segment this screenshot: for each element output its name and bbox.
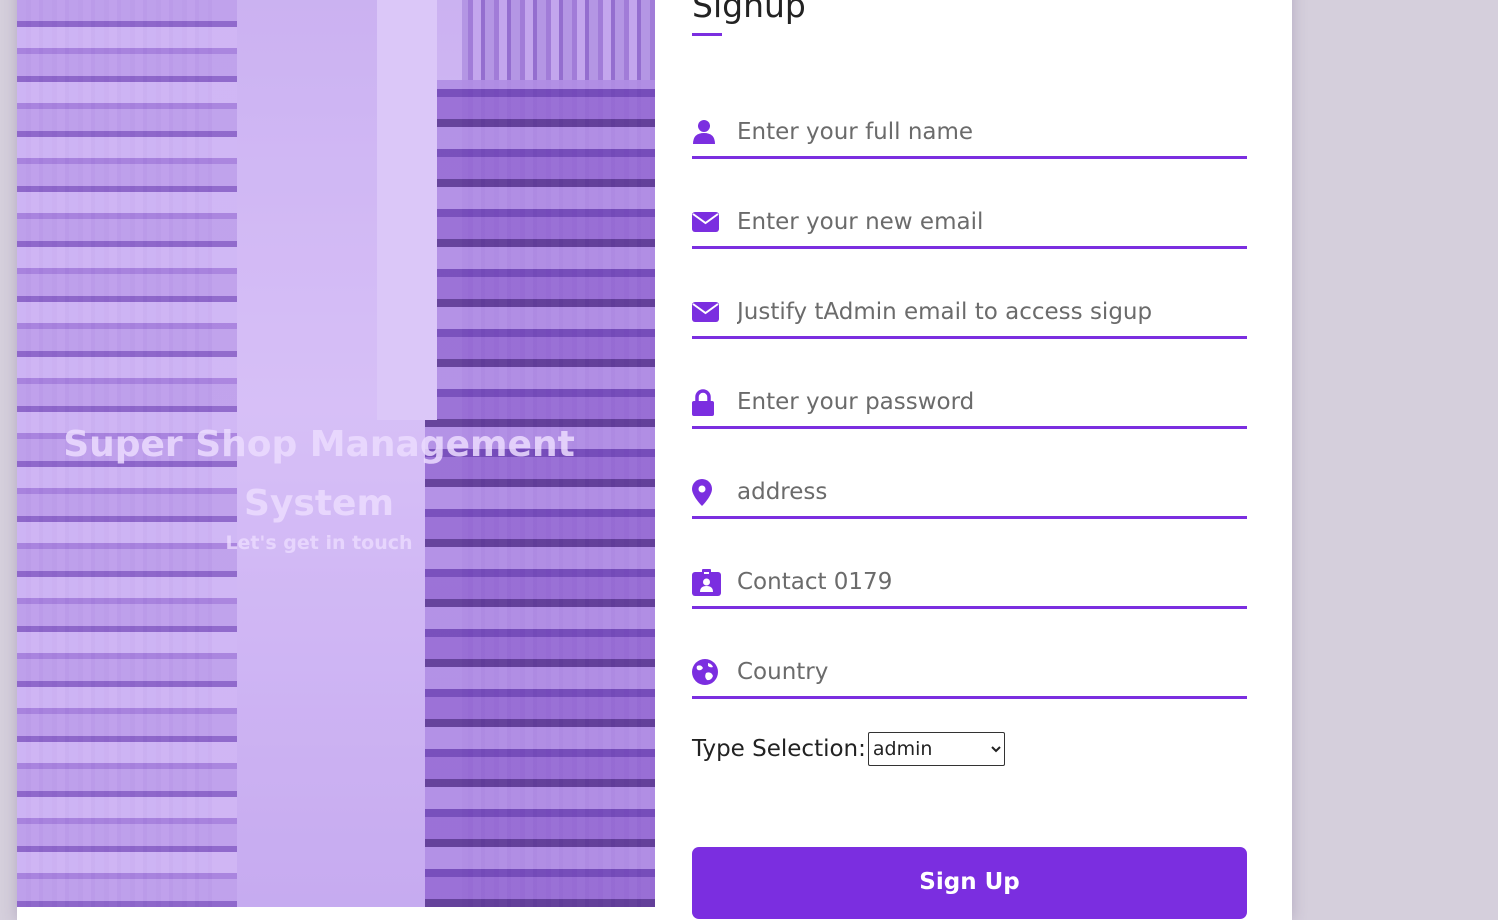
type-selection-select[interactable]: admin	[867, 732, 1005, 766]
contact-input[interactable]	[737, 569, 1237, 595]
map-pin-icon	[692, 477, 737, 507]
new-email-field	[692, 198, 1247, 249]
address-input[interactable]	[737, 479, 1237, 505]
admin-email-field	[692, 288, 1247, 339]
lock-icon	[692, 387, 737, 417]
full-name-input[interactable]	[737, 119, 1237, 145]
globe-icon	[692, 657, 737, 687]
type-selection-row: Type Selection: admin	[692, 732, 1005, 766]
new-email-input[interactable]	[737, 209, 1237, 235]
contact-field	[692, 558, 1247, 609]
envelope-icon	[692, 297, 737, 327]
country-input[interactable]	[737, 659, 1237, 685]
user-icon	[692, 117, 737, 147]
address-field	[692, 468, 1247, 519]
cover-title: Super Shop Management System	[63, 424, 575, 524]
type-selection-label: Type Selection:	[692, 736, 866, 762]
contact-card-icon	[692, 567, 737, 597]
full-name-field	[692, 108, 1247, 159]
envelope-icon	[692, 207, 737, 237]
cover-subtitle: Let's get in touch	[225, 532, 413, 554]
form-title: Signup	[692, 0, 806, 25]
password-input[interactable]	[737, 389, 1237, 415]
country-field	[692, 648, 1247, 699]
sign-up-button[interactable]: Sign Up	[692, 847, 1247, 919]
title-underline	[692, 33, 722, 36]
password-field	[692, 378, 1247, 429]
admin-email-input[interactable]	[737, 299, 1237, 325]
